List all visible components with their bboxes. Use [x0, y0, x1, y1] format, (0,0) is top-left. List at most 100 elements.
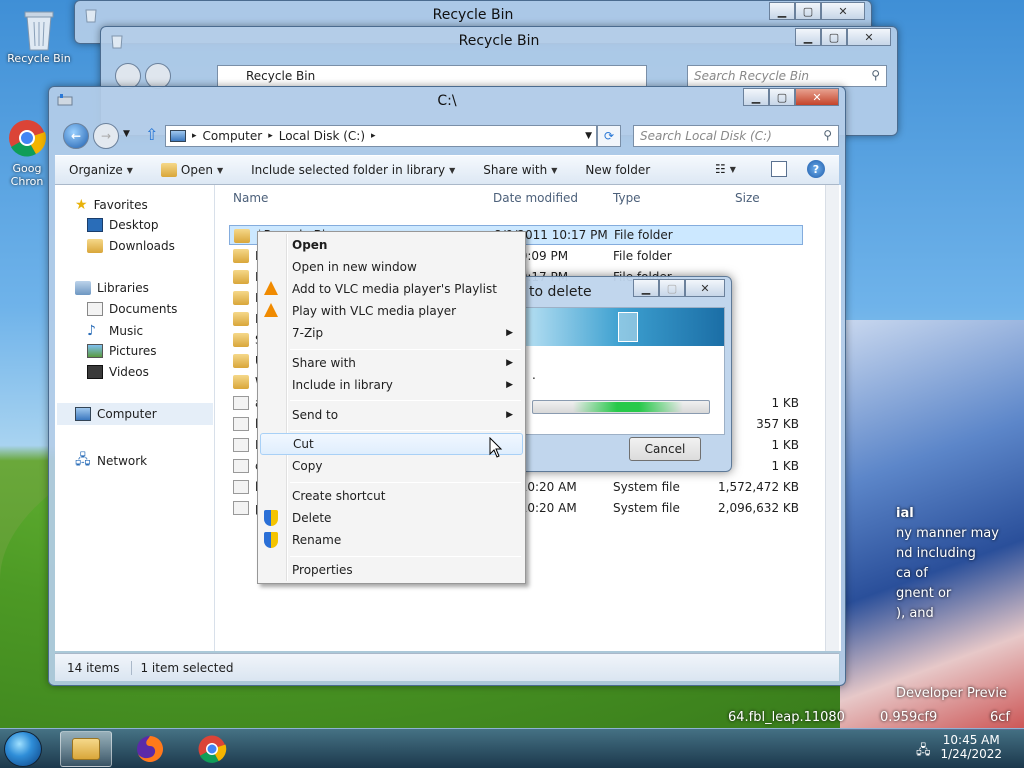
- view-options-button[interactable]: ☷ ▼: [715, 162, 736, 176]
- breadcrumb-computer[interactable]: Computer: [203, 129, 263, 143]
- menu-label: Share with: [292, 356, 356, 370]
- nav-pictures[interactable]: Pictures: [87, 344, 157, 358]
- progress-fill: [573, 402, 683, 412]
- open-button[interactable]: Open ▼: [147, 163, 237, 177]
- column-header-date[interactable]: Date modified: [493, 191, 578, 205]
- desktop-icon: [87, 218, 103, 232]
- start-button[interactable]: [4, 731, 42, 767]
- taskbar-chrome-button[interactable]: [186, 731, 238, 767]
- close-button[interactable]: ✕: [847, 28, 891, 46]
- maximize-button[interactable]: ▢: [795, 2, 821, 20]
- chevron-down-icon: ▼: [126, 165, 133, 175]
- close-button[interactable]: ✕: [795, 88, 839, 106]
- minimize-button[interactable]: ▁: [769, 2, 795, 20]
- row-type: System file: [613, 501, 680, 515]
- breadcrumb-separator-icon: ▸: [268, 131, 273, 141]
- address-dropdown-icon[interactable]: ▼: [585, 131, 592, 141]
- taskbar-explorer-button[interactable]: [60, 731, 112, 767]
- menu-separator: [290, 400, 521, 401]
- column-header-size[interactable]: Size: [735, 191, 760, 205]
- nav-libraries[interactable]: Libraries: [75, 281, 149, 295]
- folder-icon: [233, 270, 249, 284]
- organize-button[interactable]: Organize ▼: [55, 163, 147, 177]
- search-placeholder: Search Local Disk (C:): [640, 129, 772, 143]
- network-tray-icon[interactable]: 🖧: [916, 741, 931, 763]
- nav-label: Documents: [109, 302, 178, 316]
- maximize-button[interactable]: ▢: [821, 28, 847, 46]
- search-placeholder: Search Recycle Bin: [694, 69, 810, 83]
- menu-item-open-new-window[interactable]: Open in new window: [260, 256, 523, 278]
- address-bar[interactable]: ▸ Computer ▸ Local Disk (C:) ▸ ▼: [165, 125, 597, 147]
- help-icon[interactable]: ?: [807, 160, 825, 178]
- menu-separator: [290, 430, 521, 431]
- cancel-button[interactable]: Cancel: [629, 437, 701, 461]
- desktop-icon-recycle-bin[interactable]: Recycle Bin: [4, 8, 74, 65]
- menu-item-share-with[interactable]: Share with ▶: [260, 352, 523, 374]
- minimize-button[interactable]: ▁: [633, 279, 659, 297]
- folder-icon: [233, 312, 249, 326]
- taskbar-firefox-button[interactable]: [124, 731, 176, 767]
- minimize-button[interactable]: ▁: [743, 88, 769, 106]
- minimize-button[interactable]: ▁: [795, 28, 821, 46]
- nav-documents[interactable]: Documents: [87, 302, 177, 316]
- menu-item-create-shortcut[interactable]: Create shortcut: [260, 485, 523, 507]
- open-label: Open: [180, 163, 213, 177]
- nav-network[interactable]: 🖧 Network: [75, 449, 147, 473]
- nav-favorites[interactable]: ★ Favorites: [75, 197, 148, 213]
- up-arrow-icon[interactable]: ⇧: [145, 125, 158, 144]
- maximize-button[interactable]: ▢: [659, 279, 685, 297]
- delete-progress-dialog[interactable]: to delete ▁ ▢ ✕ . Cancel: [508, 276, 732, 472]
- new-folder-button[interactable]: New folder: [571, 163, 664, 177]
- computer-icon: [75, 407, 91, 421]
- menu-item-include-in-library[interactable]: Include in library ▶: [260, 374, 523, 396]
- recent-pages-chevron-icon[interactable]: ▼: [123, 129, 130, 139]
- nav-computer[interactable]: Computer: [57, 403, 213, 425]
- forward-button[interactable]: →: [93, 123, 119, 149]
- menu-item-vlc-playlist[interactable]: Add to VLC media player's Playlist: [260, 278, 523, 300]
- nav-videos[interactable]: Videos: [87, 365, 149, 379]
- share-label: Share with: [483, 163, 548, 177]
- nav-label: Pictures: [109, 344, 157, 358]
- dialog-title: to delete: [529, 284, 592, 300]
- include-in-library-button[interactable]: Include selected folder in library ▼: [237, 163, 469, 177]
- preview-pane-button[interactable]: [771, 161, 787, 177]
- submenu-arrow-icon: ▶: [506, 358, 513, 368]
- menu-item-vlc-play[interactable]: Play with VLC media player: [260, 300, 523, 322]
- menu-item-delete[interactable]: Delete: [260, 507, 523, 529]
- desktop-icon-chrome[interactable]: Goog Chron: [4, 118, 50, 188]
- menu-item-open[interactable]: Open: [260, 234, 523, 256]
- desktop-overlay-text: gnent or: [896, 586, 952, 601]
- nav-music[interactable]: ♪ Music: [87, 323, 143, 339]
- address-bar[interactable]: Recycle Bin: [217, 65, 647, 87]
- clock[interactable]: 10:45 AM 1/24/2022: [940, 733, 1002, 761]
- menu-label: Add to VLC media player's Playlist: [292, 282, 497, 296]
- column-header-name[interactable]: Name: [233, 191, 268, 205]
- folder-icon: [234, 229, 250, 243]
- search-input[interactable]: Search Recycle Bin ⚲: [687, 65, 887, 87]
- menu-item-rename[interactable]: Rename: [260, 529, 523, 551]
- caption-buttons: ▁ ▢ ✕: [795, 28, 891, 46]
- search-input[interactable]: Search Local Disk (C:) ⚲: [633, 125, 839, 147]
- chrome-icon: [198, 735, 227, 763]
- nav-label: Music: [109, 324, 144, 338]
- close-button[interactable]: ✕: [685, 279, 725, 297]
- back-button[interactable]: ←: [63, 123, 89, 149]
- refresh-button[interactable]: ⟳: [597, 125, 621, 147]
- column-header-type[interactable]: Type: [613, 191, 641, 205]
- nav-downloads[interactable]: Downloads: [87, 239, 175, 253]
- menu-item-send-to[interactable]: Send to ▶: [260, 404, 523, 426]
- vertical-scrollbar[interactable]: [825, 185, 839, 651]
- share-with-button[interactable]: Share with ▼: [469, 163, 571, 177]
- menu-item-cut[interactable]: Cut: [260, 433, 523, 455]
- caption-buttons: ▁ ▢ ✕: [743, 88, 839, 106]
- breadcrumb-local-disk[interactable]: Local Disk (C:): [279, 129, 365, 143]
- menu-item-properties[interactable]: Properties: [260, 559, 523, 581]
- close-button[interactable]: ✕: [821, 2, 865, 20]
- watermark-text: 6cf: [990, 710, 1010, 725]
- menu-item-7zip[interactable]: 7-Zip ▶: [260, 322, 523, 344]
- menu-item-copy[interactable]: Copy: [260, 455, 523, 477]
- network-icon: 🖧: [75, 452, 91, 468]
- maximize-button[interactable]: ▢: [769, 88, 795, 106]
- nav-desktop[interactable]: Desktop: [87, 218, 159, 232]
- menu-separator: [290, 482, 521, 483]
